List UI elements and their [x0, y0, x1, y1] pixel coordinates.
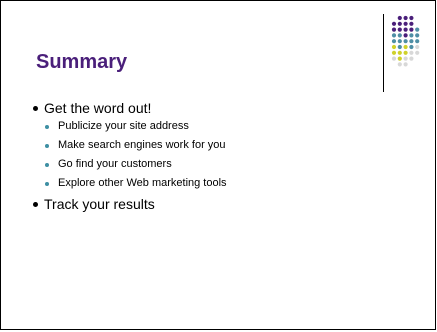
- slide-title: Summary: [36, 51, 128, 73]
- sub-bullet-list: Publicize your site address Make search …: [45, 117, 227, 193]
- sub-bullet-text: Explore other Web marketing tools: [58, 177, 227, 189]
- bullet-text: Track your results: [44, 196, 155, 212]
- bullet-item: Get the word out! Publicize your site ad…: [33, 99, 227, 193]
- sub-bullet-item: Publicize your site address: [45, 117, 227, 136]
- sub-bullet-text: Publicize your site address: [58, 120, 189, 132]
- sub-bullet-dot-icon: [45, 163, 49, 167]
- slide: Summary Get the word out! Publicize your…: [0, 0, 436, 330]
- sub-bullet-dot-icon: [45, 144, 49, 148]
- sub-bullet-item: Make search engines work for you: [45, 136, 227, 155]
- bullet-dot-icon: [33, 202, 38, 207]
- bullet-item: Track your results: [33, 195, 227, 213]
- sub-bullet-item: Explore other Web marketing tools: [45, 174, 227, 193]
- sub-bullet-item: Go find your customers: [45, 155, 227, 174]
- sub-bullet-text: Make search engines work for you: [58, 139, 226, 151]
- divider-line: [383, 14, 384, 92]
- bullet-dot-icon: [33, 106, 38, 111]
- bullet-text: Get the word out!: [44, 100, 152, 116]
- sub-bullet-dot-icon: [45, 125, 49, 129]
- bullet-list: Get the word out! Publicize your site ad…: [33, 99, 227, 215]
- sub-bullet-dot-icon: [45, 182, 49, 186]
- sub-bullet-text: Go find your customers: [58, 158, 172, 170]
